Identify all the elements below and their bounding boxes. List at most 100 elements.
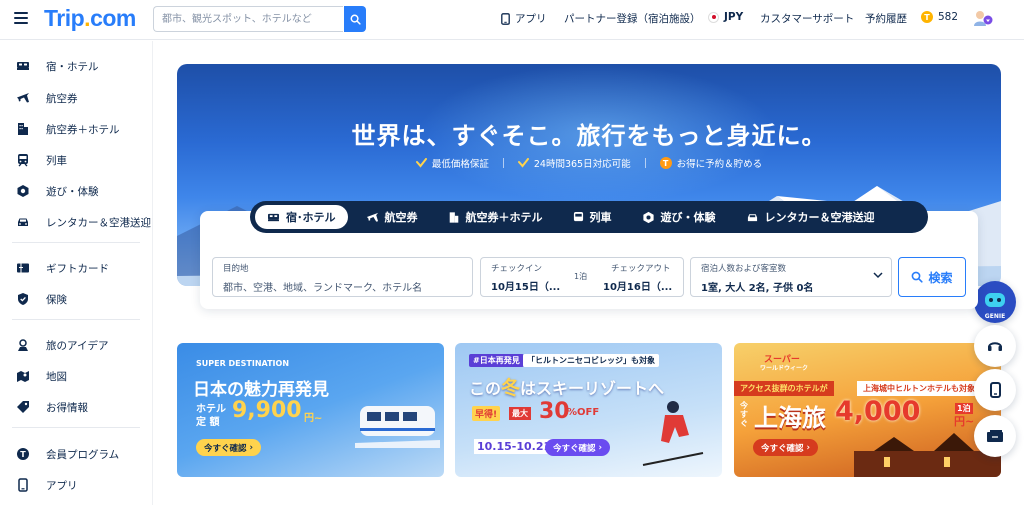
- tab-label: 宿･ホテル: [286, 211, 336, 224]
- sidebar-item-hotels[interactable]: 宿・ホテル: [0, 52, 153, 80]
- promo-headline: 上海旅: [754, 404, 826, 432]
- sidebar-item-map[interactable]: 地図: [0, 362, 153, 390]
- tab-label: 遊び・体験: [660, 211, 716, 224]
- nav-support-label: カスタマーサポート: [760, 13, 855, 25]
- genie-assistant-button[interactable]: GENIE: [974, 281, 1016, 323]
- sidebar-item-car-rental[interactable]: レンタカー＆空港送迎: [0, 208, 153, 236]
- nav-currency-label: JPY: [724, 11, 744, 23]
- building-icon: [16, 122, 30, 136]
- sidebar-item-label: ギフトカード: [46, 262, 109, 275]
- train-icon: [16, 153, 30, 167]
- sidebar-divider: [12, 319, 140, 320]
- sidebar-item-label: レンタカー＆空港送迎: [46, 216, 151, 229]
- app-download-button[interactable]: [974, 369, 1016, 411]
- sidebar-item-activities[interactable]: 遊び・体験: [0, 177, 153, 205]
- checkout-value[interactable]: 10月16日（...: [603, 278, 672, 293]
- search-icon: [912, 271, 924, 283]
- promo-card-shanghai[interactable]: スーパー ワールドウィーク アクセス抜群のホテルが 上海城中ヒルトンホテルも対象…: [734, 343, 1001, 477]
- check-badge-icon: [517, 158, 529, 168]
- tab-car-rental[interactable]: レンタカー＆空港送迎: [734, 205, 887, 229]
- checkin-value[interactable]: 10月15日（...: [491, 278, 560, 293]
- user-avatar[interactable]: [972, 9, 994, 27]
- coupon-button[interactable]: [974, 415, 1016, 457]
- activity-icon: [16, 184, 30, 198]
- promo-check-button[interactable]: 今すぐ確認 ›: [753, 439, 818, 456]
- trip-coin-icon: T: [659, 157, 672, 169]
- car-icon: [16, 215, 30, 229]
- header-search-input[interactable]: [153, 6, 343, 32]
- building-icon: [449, 211, 458, 223]
- promo-dates: 10.15-10.21: [474, 439, 555, 454]
- promo-check-button[interactable]: 今すぐ確認 ›: [545, 439, 610, 456]
- promo-price-unit: 円~: [954, 415, 975, 428]
- destination-placeholder: 都市、空港、地域、ランドマーク、ホテル名: [223, 283, 423, 294]
- sidebar-item-label: 旅のアイデア: [46, 339, 109, 352]
- nav-support[interactable]: カスタマーサポート: [760, 11, 854, 26]
- promo-badge: 最大: [509, 407, 531, 420]
- svg-text:T: T: [20, 450, 26, 459]
- nav-bookings[interactable]: 予約履歴: [865, 11, 907, 26]
- nav-points[interactable]: T 582: [921, 11, 958, 23]
- japan-flag-icon: [708, 11, 719, 23]
- header-search-button[interactable]: [344, 6, 366, 32]
- promo-card-japan[interactable]: SUPER DESTINATION 日本の魅力再発見 ホテル 定 額 9,900…: [177, 343, 444, 477]
- bed-icon: [16, 59, 30, 73]
- promo-headline: 日本の魅力再発見: [193, 380, 329, 400]
- promo-per-night: 1泊: [955, 403, 973, 414]
- sidebar-item-label: 地図: [46, 370, 67, 383]
- tab-label: 航空券: [384, 211, 418, 224]
- map-pin-person-icon: [16, 338, 30, 352]
- sidebar-item-label: 航空券＋ホテル: [46, 123, 120, 136]
- promo-check-button[interactable]: 今すぐ確認 ›: [196, 439, 261, 456]
- perk-label: 最低価格保証: [431, 159, 489, 170]
- logo[interactable]: Trip.com: [44, 5, 136, 32]
- promo-discount: 30: [539, 399, 570, 424]
- tab-label: 列車: [589, 211, 612, 224]
- sidebar-item-travel-ideas[interactable]: 旅のアイデア: [0, 331, 153, 359]
- guests-field[interactable]: 宿泊人数および客室数 1室, 大人 2名, 子供 0名: [690, 257, 892, 297]
- customer-support-button[interactable]: [974, 325, 1016, 367]
- sidebar-divider: [12, 427, 140, 428]
- hero-perks: 最低価格保証 24時間365日対応可能 T お得に予約＆貯める: [177, 156, 1001, 170]
- perk-separator: [644, 158, 646, 168]
- plane-icon: [16, 91, 30, 105]
- nav-partner[interactable]: パートナー登録（宿泊施設）: [564, 11, 701, 26]
- gift-card-icon: [16, 261, 30, 275]
- sidebar-item-insurance[interactable]: 保険: [0, 285, 153, 313]
- trip-coin-icon: T: [921, 11, 933, 23]
- sidebar-item-trains[interactable]: 列車: [0, 146, 153, 174]
- header-search: [153, 6, 366, 32]
- map-icon: [16, 369, 30, 383]
- promo-ribbon: アクセス抜群のホテルが: [734, 381, 834, 396]
- sidebar-item-app[interactable]: アプリ: [0, 471, 153, 499]
- menu-icon[interactable]: [14, 12, 28, 24]
- promo-price: 4,000: [835, 396, 921, 427]
- perk-best-price: 最低価格保証: [415, 156, 489, 170]
- tab-trains[interactable]: 列車: [561, 205, 624, 229]
- tab-flights[interactable]: 航空券: [354, 205, 430, 229]
- plane-icon: [366, 212, 378, 222]
- tab-label: 航空券＋ホテル: [465, 211, 543, 224]
- tab-activities[interactable]: 遊び・体験: [630, 205, 728, 229]
- headset-icon: [988, 342, 1002, 351]
- sidebar-item-gift-card[interactable]: ギフトカード: [0, 254, 153, 282]
- promo-sub: 定 額: [196, 417, 220, 428]
- tab-flight-hotel[interactable]: 航空券＋ホテル: [436, 205, 555, 229]
- sidebar-item-label: 宿・ホテル: [46, 60, 99, 73]
- tag-icon: [16, 400, 30, 414]
- activity-icon: [642, 211, 654, 223]
- nav-app[interactable]: アプリ: [501, 11, 547, 26]
- promo-price-unit: 円~: [304, 413, 323, 424]
- promo-card-ski[interactable]: #日本再発見 「ヒルトンニセコビレッジ」も対象 この冬はスキーリゾートへ 早得!…: [455, 343, 722, 477]
- search-button[interactable]: 検索: [898, 257, 966, 297]
- tab-hotels[interactable]: 宿･ホテル: [255, 205, 348, 229]
- sidebar-item-flight-hotel[interactable]: 航空券＋ホテル: [0, 115, 153, 143]
- sidebar-item-membership[interactable]: T 会員プログラム: [0, 440, 153, 468]
- sidebar-item-deals[interactable]: お得情報: [0, 393, 153, 421]
- sidebar-item-flights[interactable]: 航空券: [0, 84, 153, 112]
- date-field[interactable]: チェックイン 10月15日（... 1泊 チェックアウト 10月16日（...: [480, 257, 684, 297]
- nav-currency[interactable]: JPY: [708, 11, 743, 23]
- avatar-icon: [974, 11, 993, 26]
- promo-pre: 今すぐ: [740, 401, 748, 428]
- destination-field[interactable]: 目的地 都市、空港、地域、ランドマーク、ホテル名: [212, 257, 473, 297]
